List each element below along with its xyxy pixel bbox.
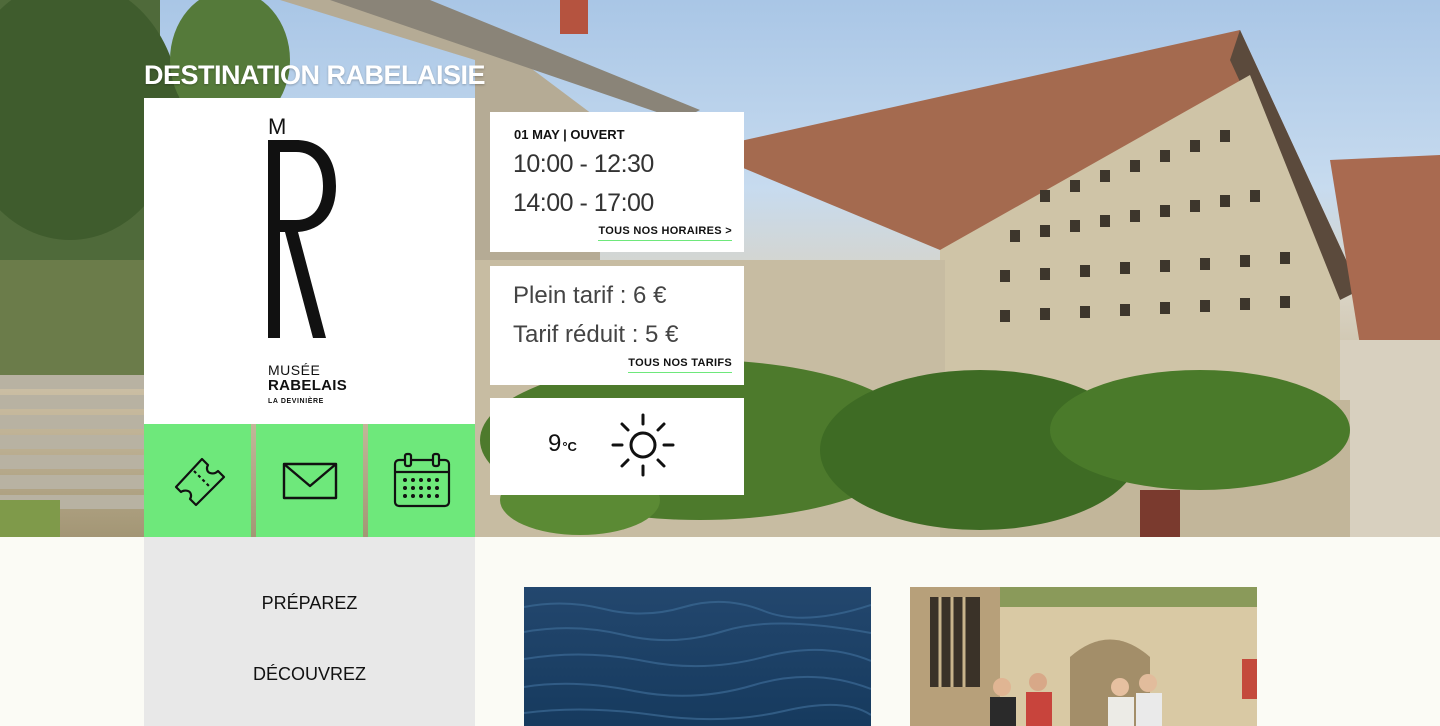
contact-button[interactable]	[256, 424, 363, 537]
visitors-photo[interactable]	[910, 587, 1257, 726]
date-status: 01 MAY | OUVERT	[514, 127, 625, 142]
reduced-price: Tarif réduit : 5 €	[513, 321, 679, 348]
weather-card: 9°C	[490, 398, 744, 495]
logo-text-deviniere: LA DEVINIÈRE	[268, 398, 324, 405]
hours-slot-1: 10:00 - 12:30	[513, 150, 654, 178]
logo-text-musee: MUSÉE	[268, 362, 321, 378]
temperature-unit: °C	[562, 439, 577, 454]
all-tarifs-link[interactable]: TOUS NOS TARIFS	[628, 357, 732, 373]
hours-card: 01 MAY | OUVERT 10:00 - 12:30 14:00 - 17…	[490, 112, 744, 252]
sun-icon	[611, 413, 675, 477]
ticket-icon	[174, 457, 225, 506]
hours-slot-2: 14:00 - 17:00	[513, 189, 654, 217]
calendar-icon	[393, 452, 450, 507]
nav-item-preparez[interactable]: PRÉPAREZ	[144, 593, 475, 614]
logo-monogram-small: M	[268, 114, 287, 139]
ticket-button[interactable]	[144, 424, 251, 537]
temperature-value: 9	[548, 430, 562, 457]
site-title[interactable]: DESTINATION RABELAISIE	[144, 60, 486, 91]
tarif-card: Plein tarif : 6 € Tarif réduit : 5 € TOU…	[490, 266, 744, 385]
sidebar-nav: PRÉPAREZ DÉCOUVREZ	[144, 537, 475, 726]
all-hours-link[interactable]: TOUS NOS HORAIRES >	[598, 225, 732, 241]
nav-item-decouvrez[interactable]: DÉCOUVREZ	[144, 664, 475, 685]
calendar-button[interactable]	[368, 424, 475, 537]
full-price: Plein tarif : 6 €	[513, 282, 667, 309]
logo-text-rabelais: RABELAIS	[268, 377, 348, 394]
envelope-icon	[282, 462, 337, 499]
logo-r-icon	[268, 140, 336, 338]
sea-photo[interactable]	[524, 587, 871, 726]
temperature: 9°C	[548, 430, 577, 458]
